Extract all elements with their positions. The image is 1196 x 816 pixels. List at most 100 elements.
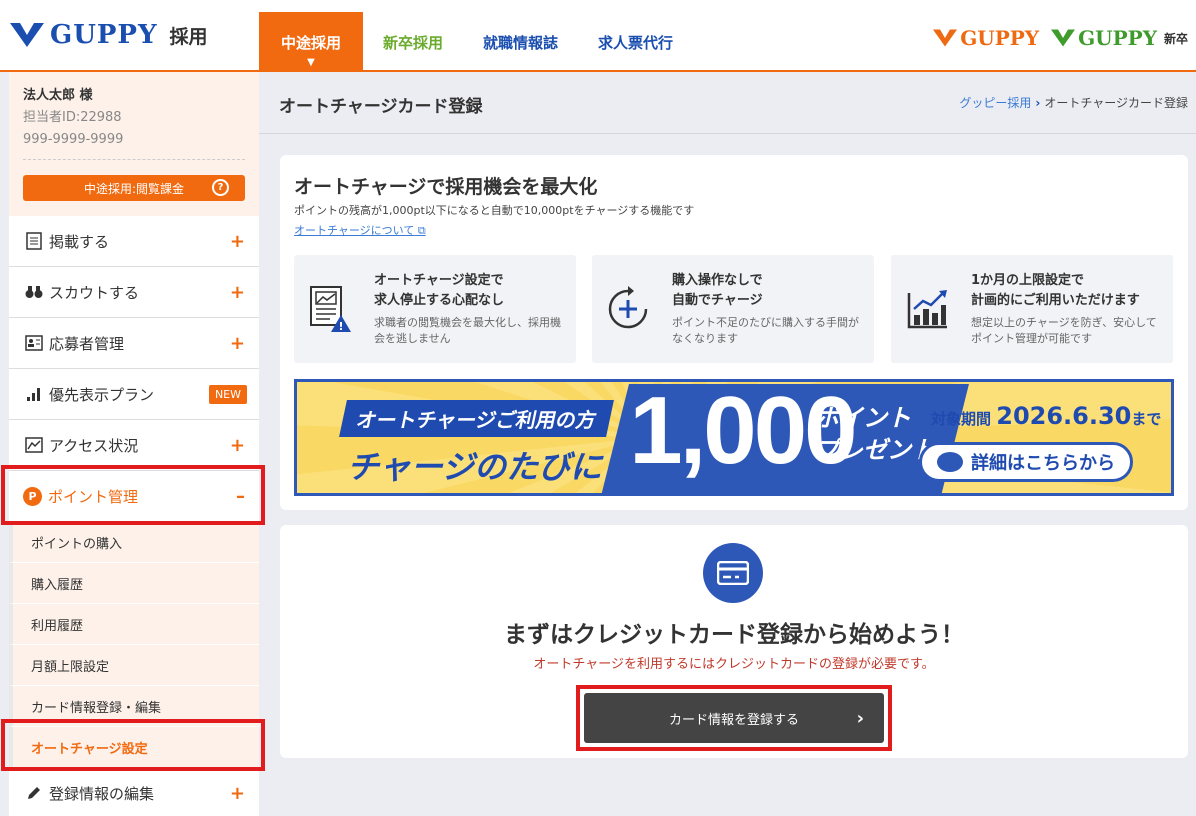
intro-desc: ポイントの残高が1,000pt以下になると自動で10,000ptをチャージする機… [294, 204, 695, 217]
feature-desc: 求職者の閲覧機会を最大化し、採用機会を逃しません [374, 316, 561, 345]
feature-title-line: 1か月の上限設定で [971, 273, 1085, 288]
tab-label: 新卒採用 [383, 33, 444, 52]
campaign-banner[interactable]: オートチャージご利用の方 チャージのたびに 1,000 ポイント プレゼント 対… [294, 379, 1174, 496]
register-card-button[interactable]: カード情報を登録する › [584, 693, 884, 743]
sidebar-item-edit-registration[interactable]: 登録情報の編集 + [9, 768, 259, 816]
feature-card: ! オートチャージ設定で 求人停止する心配なし 求職者の閲覧機会を最大化し、採用… [294, 255, 576, 363]
banner-line1: オートチャージご利用の方 [339, 400, 615, 437]
chevron-right-icon: › [1035, 95, 1041, 110]
feature-title-line: 購入操作なしで [672, 273, 763, 288]
sidebar-subitem-monthly-limit[interactable]: 月額上限設定 [9, 645, 259, 686]
about-auto-charge-link[interactable]: オートチャージについて ⧉ [294, 222, 426, 238]
sidebar-subitem-usage-history[interactable]: 利用履歴 [9, 604, 259, 645]
subitem-label: カード情報登録・編集 [31, 700, 162, 716]
sidebar-item-scout[interactable]: スカウトする + [9, 267, 259, 318]
breadcrumb: グッピー採用 › オートチャージカード登録 [959, 94, 1188, 111]
banner-period: 対象期間 2026.6.30まで [931, 402, 1161, 430]
subitem-label: 利用履歴 [31, 618, 84, 634]
applicant-card-icon [23, 335, 45, 351]
guppy-logo-icon [10, 23, 44, 47]
period-date: 2026.6.30 [996, 402, 1132, 430]
guppy-green-icon [1051, 29, 1076, 47]
feature-desc: 想定以上のチャージを防ぎ、安心してポイント管理が可能です [971, 316, 1157, 345]
new-badge: NEW [208, 384, 247, 404]
guppy-logo[interactable]: GUPPY 採用 [10, 20, 208, 50]
banner-point-line: ポイント [815, 404, 911, 432]
sidebar-subitem-purchase-history[interactable]: 購入履歴 [9, 563, 259, 604]
sidebar-item-applicants[interactable]: 応募者管理 + [9, 318, 259, 369]
top-header: GUPPY 採用 中途採用 ▼ 新卒採用 就職情報誌 求人票代行 GUPPY G… [0, 0, 1196, 72]
feature-title-line: 自動でチャージ [672, 293, 763, 308]
banner-details-button[interactable]: 詳細はこちらから [919, 442, 1133, 482]
expand-icon: + [229, 332, 245, 354]
page-title: オートチャージカード登録 [279, 97, 483, 117]
register-card: まずはクレジットカード登録から始めよう！ オートチャージを利用するにはクレジット… [280, 525, 1188, 758]
intro-card: オートチャージで採用機会を最大化 ポイントの残高が1,000pt以下になると自動… [280, 155, 1188, 510]
tab-label: 就職情報誌 [483, 33, 559, 52]
profile-panel: 法人太郎 様 担当者ID:22988 999-9999-9999 中途採用:閲覧… [9, 72, 259, 216]
brand-guppy[interactable]: GUPPY [933, 26, 1039, 50]
point-icon: P [23, 486, 42, 506]
sidebar-item-points[interactable]: P ポイント管理 – [9, 471, 259, 522]
intro-title: オートチャージで採用機会を最大化 [294, 176, 598, 198]
banner-point-label: ポイント プレゼント [815, 402, 935, 466]
subitem-label: ポイントの購入 [31, 536, 123, 552]
feature-desc: ポイント不足のたびに購入する手間がなくなります [672, 316, 859, 345]
subitem-label: 月額上限設定 [31, 659, 110, 675]
brand-label: GUPPY [1078, 26, 1157, 50]
tab-magazine[interactable]: 就職情報誌 [463, 12, 578, 72]
sidebar-item-label: ポイント管理 [48, 487, 139, 506]
growth-chart-icon [907, 290, 947, 329]
staff-id: 担当者ID:22988 [23, 110, 122, 125]
link-label: オートチャージについて [294, 224, 415, 237]
tab-label: 中途採用 [280, 33, 341, 52]
document-icon [23, 232, 45, 250]
external-window-icon: ⧉ [417, 224, 426, 237]
sidebar-item-label: 優先表示プラン [49, 385, 155, 404]
brand-guppy-shinsotsu[interactable]: GUPPY 新卒 [1051, 26, 1188, 50]
sidebar-item-post[interactable]: 掲載する + [9, 216, 259, 267]
main-nav: 中途採用 ▼ 新卒採用 就職情報誌 求人票代行 [259, 12, 693, 72]
sidebar-item-label: 応募者管理 [49, 334, 125, 353]
bar-chart-icon [23, 386, 45, 402]
tab-agency[interactable]: 求人票代行 [578, 12, 693, 72]
banner-point-line: プレゼント [815, 436, 935, 464]
sidebar-item-label: スカウトする [49, 283, 140, 302]
period-label: 対象期間 [931, 410, 992, 428]
feature-title-line: 求人停止する心配なし [374, 293, 505, 308]
binoculars-icon [23, 285, 45, 299]
sidebar-item-label: 登録情報の編集 [49, 784, 155, 803]
sidebar-subitem-card-info[interactable]: カード情報登録・編集 [9, 686, 259, 727]
feature-title-line: 計画的にご利用いただけます [971, 293, 1140, 308]
register-warning: オートチャージを利用するにはクレジットカードの登録が必要です。 [533, 657, 935, 672]
subitem-label: 購入履歴 [31, 577, 84, 593]
sidebar: 法人太郎 様 担当者ID:22988 999-9999-9999 中途採用:閲覧… [0, 72, 259, 816]
sidebar-subitem-buy-points[interactable]: ポイントの購入 [9, 522, 259, 563]
collapse-icon: – [236, 485, 245, 507]
register-title: まずはクレジットカード登録から始めよう！ [504, 622, 964, 648]
sidebar-item-access[interactable]: アクセス状況 + [9, 420, 259, 471]
help-icon[interactable]: ? [212, 179, 229, 196]
document-warning-icon: ! [310, 286, 351, 333]
brand-label: GUPPY [960, 26, 1040, 50]
pencil-icon [23, 785, 45, 801]
page-header: オートチャージカード登録 グッピー採用 › オートチャージカード登録 [259, 72, 1196, 134]
credit-card-icon [703, 543, 763, 603]
expand-icon: + [229, 230, 245, 252]
chevron-right-icon: › [856, 707, 864, 729]
sidebar-subitem-auto-charge[interactable]: オートチャージ設定 [9, 727, 259, 768]
profile-divider [23, 159, 245, 160]
register-button-label: カード情報を登録する [668, 712, 799, 728]
plan-button[interactable]: 中途採用:閲覧課金 ? [23, 175, 245, 201]
plan-label: 中途採用:閲覧課金 [83, 181, 185, 196]
tab-shinsotsu[interactable]: 新卒採用 [363, 12, 463, 72]
tab-chuto[interactable]: 中途採用 ▼ [259, 12, 363, 72]
piggy-bank-icon [937, 452, 963, 472]
sidebar-item-label: アクセス状況 [49, 436, 139, 455]
logo-text: GUPPY [50, 20, 158, 50]
period-suffix: まで [1131, 410, 1162, 428]
breadcrumb-link[interactable]: グッピー採用 [959, 94, 1031, 111]
feature-title: オートチャージ設定で 求人停止する心配なし [374, 271, 504, 311]
sidebar-item-priority-plan[interactable]: 優先表示プラン NEW [9, 369, 259, 420]
refresh-plus-icon [608, 286, 648, 329]
